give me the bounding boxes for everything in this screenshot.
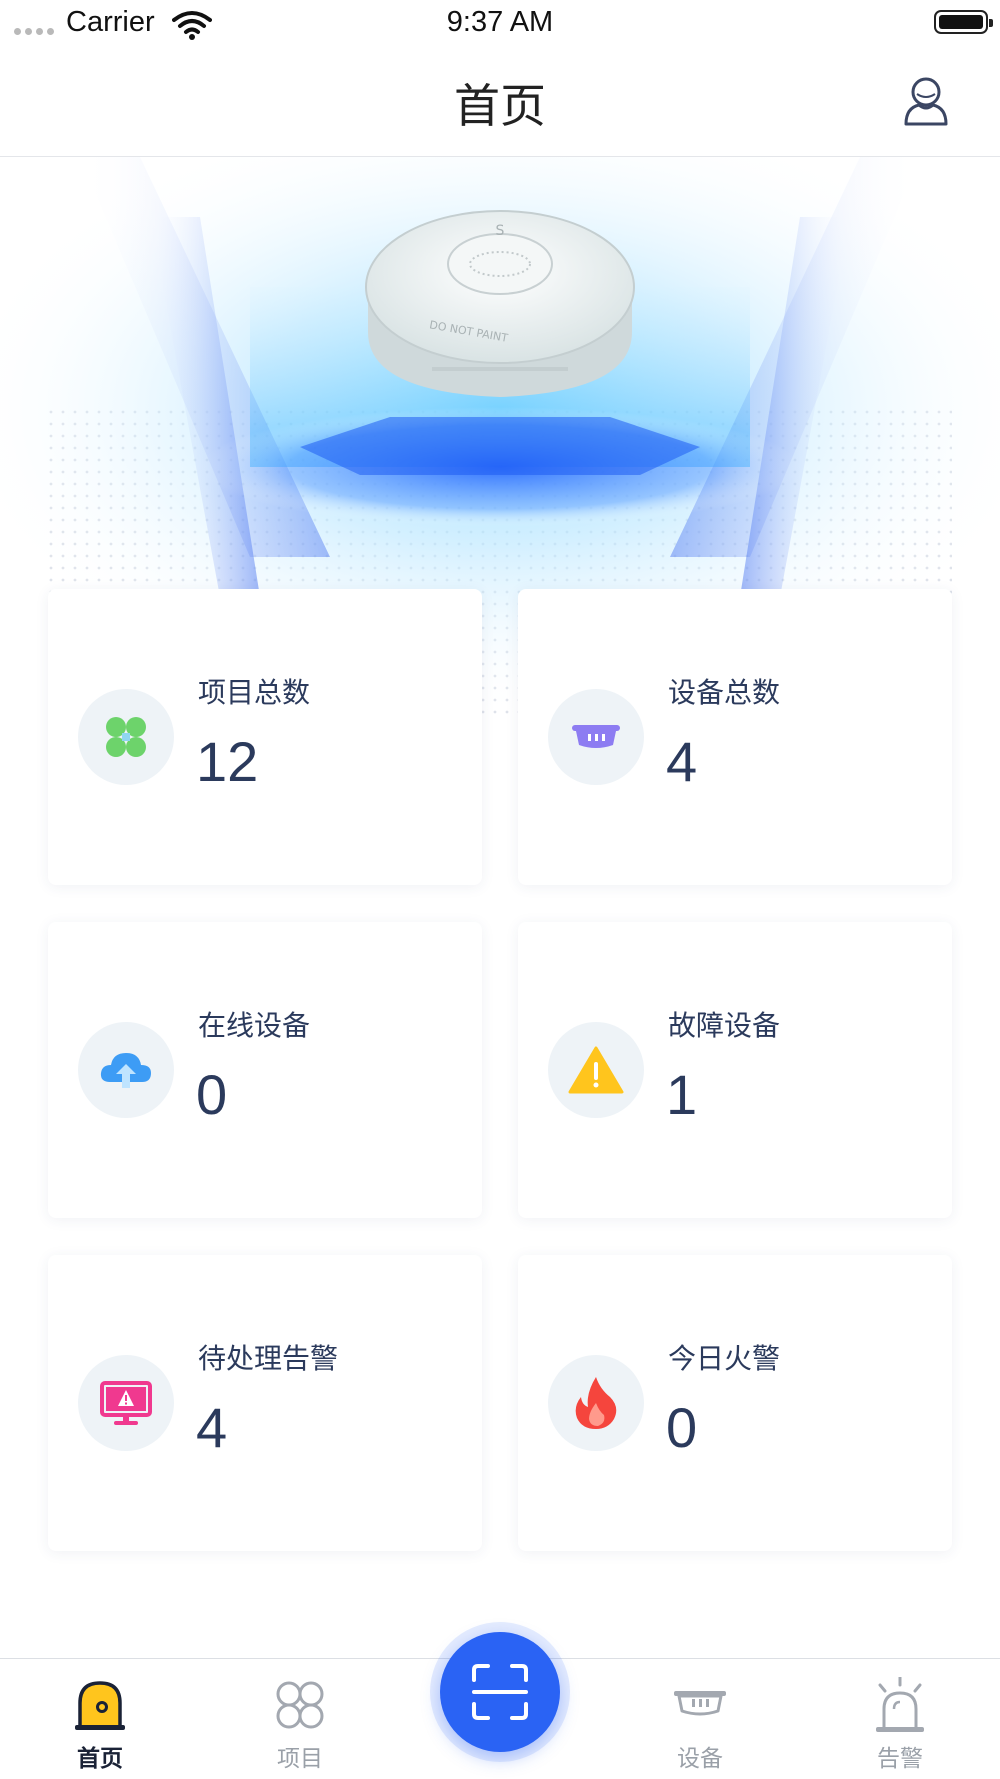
card-label: 设备总数 bbox=[668, 676, 781, 709]
fault-icon-circle bbox=[548, 1022, 644, 1118]
fire-icon bbox=[575, 1377, 617, 1429]
status-time: 9:37 AM bbox=[446, 6, 554, 38]
tab-alarms[interactable]: 告警 bbox=[800, 1659, 1000, 1779]
tab-label: 首页 bbox=[77, 1746, 123, 1772]
card-label: 今日火警 bbox=[668, 1342, 781, 1375]
card-value: 4 bbox=[196, 1396, 228, 1459]
device-icon bbox=[674, 1691, 726, 1716]
project-icon-circle bbox=[78, 689, 174, 785]
online-icon-circle bbox=[78, 1022, 174, 1118]
scan-icon bbox=[472, 1664, 528, 1720]
card-label: 待处理告警 bbox=[198, 1342, 339, 1375]
scan-button[interactable] bbox=[440, 1632, 560, 1752]
tab-label: 设备 bbox=[677, 1746, 723, 1772]
card-value: 12 bbox=[196, 730, 259, 793]
card-device-total[interactable]: 设备总数 4 bbox=[518, 589, 952, 885]
fire-icon-circle bbox=[548, 1355, 644, 1451]
clover-icon bbox=[276, 1681, 324, 1729]
card-online-devices[interactable]: 在线设备 0 bbox=[48, 922, 482, 1218]
card-fault-devices[interactable]: 故障设备 1 bbox=[518, 922, 952, 1218]
card-project-total[interactable]: 项目总数 12 bbox=[48, 589, 482, 885]
card-label: 故障设备 bbox=[668, 1009, 781, 1042]
pending-alarm-icon-circle bbox=[78, 1355, 174, 1451]
device-icon-circle bbox=[548, 689, 644, 785]
card-pending-alarms[interactable]: 待处理告警 4 bbox=[48, 1255, 482, 1551]
smoke-detector-icon bbox=[572, 725, 620, 748]
status-bar: Carrier 9:37 AM bbox=[0, 0, 1000, 48]
card-value: 0 bbox=[666, 1396, 698, 1459]
device-mark: S bbox=[496, 223, 505, 239]
nav-bar: 首页 bbox=[0, 48, 1000, 157]
user-icon[interactable] bbox=[902, 74, 950, 126]
monitor-alert-icon bbox=[100, 1381, 152, 1425]
warning-icon bbox=[568, 1046, 624, 1094]
tab-label: 告警 bbox=[877, 1746, 923, 1772]
cloud-upload-icon bbox=[100, 1053, 151, 1088]
battery-icon bbox=[934, 10, 993, 34]
card-today-fire-alarms[interactable]: 今日火警 0 bbox=[518, 1255, 952, 1551]
tab-home[interactable]: 首页 bbox=[0, 1659, 200, 1779]
tab-label: 项目 bbox=[277, 1746, 323, 1772]
card-value: 4 bbox=[666, 730, 698, 793]
card-label: 在线设备 bbox=[198, 1009, 311, 1042]
grid-clover-icon bbox=[106, 717, 146, 757]
tab-devices[interactable]: 设备 bbox=[600, 1659, 800, 1779]
card-value: 1 bbox=[666, 1063, 698, 1126]
tab-projects[interactable]: 项目 bbox=[200, 1659, 400, 1779]
card-value: 0 bbox=[196, 1063, 228, 1126]
home-alarm-icon bbox=[75, 1681, 125, 1730]
page-title: 首页 bbox=[454, 79, 546, 133]
alarm-light-icon bbox=[876, 1677, 924, 1732]
card-label: 项目总数 bbox=[198, 676, 311, 709]
